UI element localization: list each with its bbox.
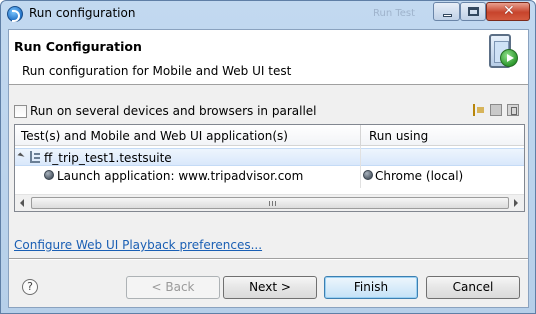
- expand-chevron-icon[interactable]: [17, 152, 25, 160]
- dialog-body: Run Configuration Run configuration for …: [8, 29, 529, 308]
- column-header-run-using[interactable]: Run using: [369, 129, 428, 143]
- table-header: Test(s) and Mobile and Web UI applicatio…: [15, 125, 524, 146]
- next-button[interactable]: Next >: [223, 276, 317, 299]
- close-button[interactable]: ✕: [486, 2, 530, 21]
- run-configuration-window: Run configuration Run Test ✕ Run Configu…: [0, 0, 536, 314]
- help-icon[interactable]: ?: [22, 279, 38, 295]
- table-row[interactable]: Launch application: www.tripadvisor.com …: [15, 167, 524, 185]
- parallel-label: Run on several devices and browsers in p…: [30, 104, 317, 118]
- close-icon: ✕: [503, 3, 515, 19]
- globe-icon: [44, 170, 54, 180]
- button-bar-divider: [9, 258, 528, 260]
- background-window-title: Run Test: [373, 8, 416, 19]
- remove-config-icon[interactable]: [507, 104, 519, 116]
- add-config-icon[interactable]: [473, 104, 485, 116]
- page-title: Run Configuration: [14, 39, 142, 54]
- dialog-header: Run Configuration Run configuration for …: [9, 30, 528, 85]
- column-divider[interactable]: [360, 125, 361, 146]
- minimize-button[interactable]: [433, 2, 460, 21]
- scroll-left-icon[interactable]: [20, 199, 24, 207]
- minimize-icon: [443, 14, 452, 17]
- launch-application-label: Launch application: www.tripadvisor.com: [57, 169, 304, 183]
- column-header-tests[interactable]: Test(s) and Mobile and Web UI applicatio…: [21, 129, 288, 143]
- configure-playback-link[interactable]: Configure Web UI Playback preferences...: [14, 238, 262, 252]
- scrollbar-thumb[interactable]: [31, 197, 509, 209]
- scroll-right-icon[interactable]: [514, 199, 518, 207]
- finish-button[interactable]: Finish: [324, 276, 418, 299]
- row-column-divider: [360, 146, 361, 188]
- title-bar[interactable]: Run configuration Run Test ✕: [1, 1, 535, 29]
- maximize-button[interactable]: [460, 2, 486, 21]
- window-title: Run configuration: [29, 6, 136, 20]
- page-description: Run configuration for Mobile and Web UI …: [22, 64, 292, 78]
- testsuite-label: ff_trip_test1.testsuite: [44, 151, 172, 165]
- app-icon: [7, 6, 23, 22]
- grip-icon: [269, 201, 276, 206]
- test-table: Test(s) and Mobile and Web UI applicatio…: [14, 124, 525, 212]
- horizontal-scrollbar[interactable]: [15, 194, 524, 211]
- maximize-icon: [468, 7, 479, 16]
- browser-globe-icon: [363, 170, 373, 180]
- testsuite-icon: [30, 151, 40, 163]
- parallel-checkbox[interactable]: [14, 104, 27, 118]
- mobile-run-icon: [488, 34, 520, 72]
- run-using-value[interactable]: Chrome (local): [375, 169, 463, 183]
- cancel-button[interactable]: Cancel: [426, 276, 520, 299]
- back-button[interactable]: < Back: [126, 276, 220, 299]
- table-row[interactable]: ff_trip_test1.testsuite: [15, 148, 524, 166]
- play-icon: [500, 49, 518, 67]
- table-toolbar: [473, 104, 519, 116]
- copy-config-icon[interactable]: [490, 104, 502, 116]
- parallel-option[interactable]: Run on several devices and browsers in p…: [14, 103, 317, 119]
